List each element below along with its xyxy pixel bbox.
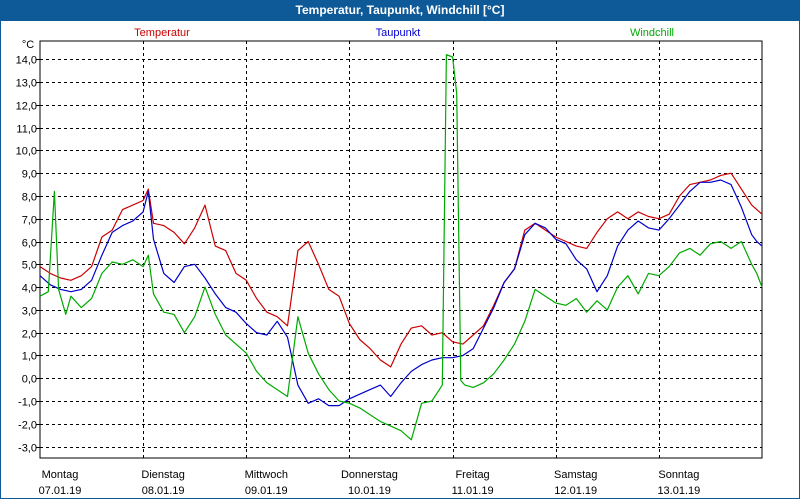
x-date-label: 09.01.19 [245, 485, 288, 497]
y-tick-label: 9,0 [22, 169, 37, 181]
x-date-label: 08.01.19 [142, 485, 185, 497]
y-tick-label: 1,0 [22, 351, 37, 363]
x-date-label: 07.01.19 [39, 485, 82, 497]
x-date-label: 13.01.19 [657, 485, 700, 497]
x-day-label: Donnerstag [341, 469, 398, 481]
y-tick-label: 12,0 [16, 101, 37, 113]
chart-canvas: 14,0 13,0 12,0 11,0 10,0 9,0 8,0 7,0 6,0 5,0 4,0 3,… [16, 27, 763, 497]
series-line-taupunkt [39, 179, 763, 407]
y-tick-label: 10,0 [16, 146, 37, 158]
x-day-label: Freitag [455, 469, 489, 481]
x-day-label: Mittwoch [245, 469, 288, 481]
y-tick-label: 14,0 [16, 55, 37, 67]
x-date-label: 11.01.19 [452, 485, 494, 497]
y-tick-label: 2,0 [22, 329, 37, 341]
x-day-label: Samstag [554, 469, 597, 481]
y-unit-label: °C [22, 39, 34, 51]
y-tick-label: -3,0 [18, 443, 37, 455]
series-line-temperatur [39, 172, 763, 368]
y-tick-label: 7,0 [22, 215, 37, 227]
y-tick-label: -1,0 [18, 397, 37, 409]
legend-temperatur: Temperatur [134, 27, 190, 39]
y-tick-label: -2,0 [18, 420, 37, 432]
y-tick-label: 5,0 [22, 260, 37, 272]
x-date-label: 12.01.19 [554, 485, 597, 497]
plot-area-border [39, 40, 763, 459]
y-tick-label: 6,0 [22, 238, 37, 250]
y-tick-label: 13,0 [16, 78, 37, 90]
x-day-label: Dienstag [141, 469, 184, 481]
y-tick-label: 3,0 [22, 306, 37, 318]
legend-taupunkt: Taupunkt [376, 27, 421, 39]
y-tick-label: 8,0 [22, 192, 37, 204]
legend-windchill: Windchill [630, 27, 674, 39]
y-tick-label: 0,0 [22, 374, 37, 386]
x-day-label: Montag [42, 469, 79, 481]
x-day-label: Sonntag [658, 469, 699, 481]
y-tick-label: 4,0 [22, 283, 37, 295]
x-date-label: 10.01.19 [348, 485, 391, 497]
y-tick-label: 11,0 [16, 124, 37, 136]
